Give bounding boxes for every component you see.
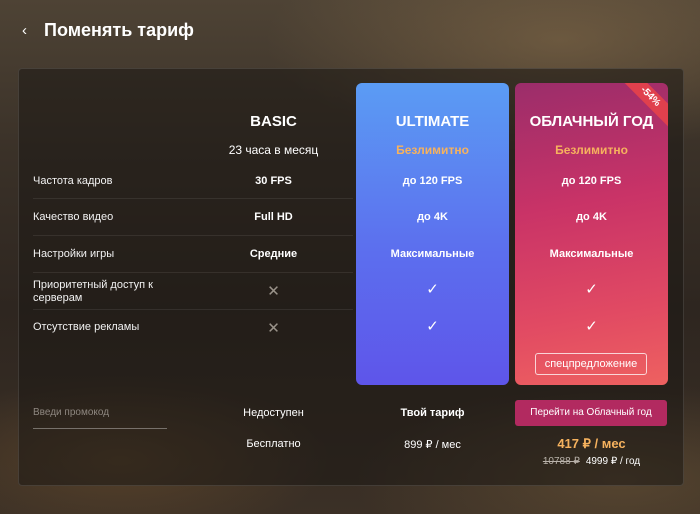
row-divider	[33, 272, 353, 273]
row-divider	[33, 309, 353, 310]
row-divider	[33, 235, 353, 236]
ultimate-price: 899 ₽ / мес	[404, 439, 461, 451]
cloud-quality: до 4K	[576, 211, 607, 223]
basic-hours: 23 часа в месяц	[228, 143, 319, 157]
check-icon: ✓	[585, 318, 598, 335]
cloud-monthly-price: 417 ₽ / мес	[557, 436, 626, 451]
switch-to-cloud-year-button[interactable]: Перейти на Облачный год	[515, 400, 667, 426]
plan-name-basic: BASIC	[250, 113, 297, 130]
cloud-fps: до 120 FPS	[561, 175, 622, 187]
basic-price: Бесплатно	[246, 438, 301, 450]
ultimate-quality: до 4K	[417, 211, 448, 223]
basic-quality: Full HD	[254, 211, 293, 223]
basic-fps: 30 FPS	[255, 175, 292, 187]
check-icon: ✓	[426, 281, 439, 298]
current-plan-label: Твой тариф	[400, 407, 465, 419]
plan-name-cloud: ОБЛАЧНЫЙ ГОД	[529, 113, 654, 130]
cross-icon: ✕	[267, 283, 280, 300]
ultimate-fps: до 120 FPS	[402, 175, 463, 187]
cloud-yearly-price: 10788 ₽ 4999 ₽ / год	[515, 456, 668, 467]
promo-code-input[interactable]: Введи промокод	[33, 407, 109, 418]
year-price: 4999 ₽ / год	[585, 456, 641, 467]
basic-settings: Средние	[249, 248, 298, 260]
ultimate-hours: Безлимитно	[396, 143, 469, 157]
row-label-no-ads: Отсутствие рекламы	[33, 321, 140, 333]
tariff-comparison-panel: -54% спецпредложение BASIC ULTIMATE ОБЛА…	[18, 68, 684, 486]
ultimate-settings: Максимальные	[390, 248, 475, 260]
row-label-quality: Качество видео	[33, 211, 114, 223]
special-offer-button[interactable]: спецпредложение	[535, 353, 647, 375]
row-label-priority: Приоритетный доступ к серверам	[33, 279, 153, 304]
promo-input-underline	[33, 428, 167, 429]
cross-icon: ✕	[267, 320, 280, 337]
chevron-left-icon[interactable]: ‹	[22, 22, 32, 39]
check-icon: ✓	[585, 281, 598, 298]
plan-name-ultimate: ULTIMATE	[395, 113, 470, 130]
row-label-fps: Частота кадров	[33, 175, 113, 187]
row-divider	[33, 198, 353, 199]
cloud-hours: Безлимитно	[555, 143, 628, 157]
row-label-settings: Настройки игры	[33, 248, 115, 260]
page-title: Поменять тариф	[44, 20, 194, 40]
page-header: ‹ Поменять тариф	[22, 20, 194, 41]
check-icon: ✓	[426, 318, 439, 335]
old-price: 10788 ₽	[542, 456, 580, 467]
basic-status: Недоступен	[243, 407, 304, 419]
cloud-settings: Максимальные	[549, 248, 634, 260]
